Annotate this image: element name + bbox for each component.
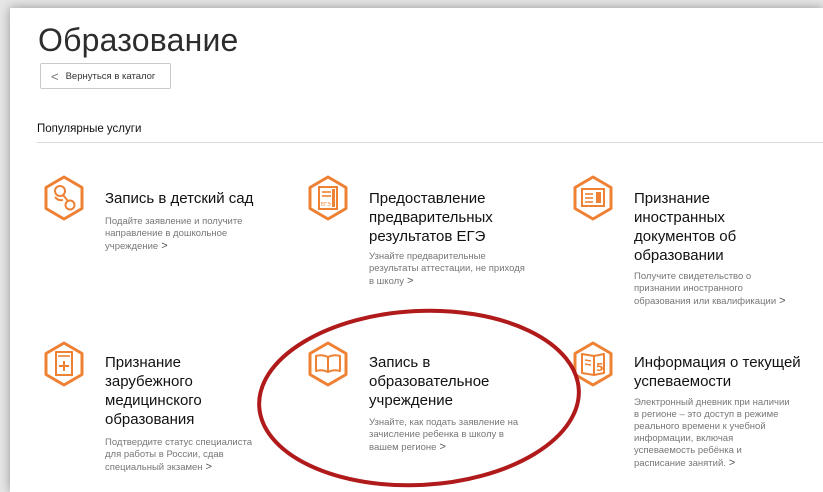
section-title: Популярные услуги <box>37 123 142 135</box>
ege-document-icon: ЕГЭ <box>305 175 351 221</box>
service-name[interactable]: Запись в детский сад <box>105 189 253 208</box>
grade-diary-icon: 5 <box>570 341 616 387</box>
chevron-right-icon[interactable]: > <box>779 295 785 307</box>
chevron-right-icon[interactable]: > <box>729 457 735 469</box>
service-card-ege-results[interactable]: ЕГЭ Предоставление предварительных резул… <box>305 175 555 295</box>
service-card-kindergarten[interactable]: Запись в детский сад Подайте заявление и… <box>41 175 271 265</box>
page-title: Образование <box>38 22 239 58</box>
open-book-icon <box>305 341 351 387</box>
svg-text:ЕГЭ: ЕГЭ <box>321 202 331 208</box>
service-name[interactable]: Запись в образовательное учреждение <box>369 353 489 410</box>
service-card-medical-education[interactable]: Признание зарубежного медицинского образ… <box>41 341 281 481</box>
service-description: Узнайте, как подать заявление на зачисле… <box>369 417 519 453</box>
service-card-school-enrollment[interactable]: Запись в образовательное учреждение Узна… <box>305 341 555 461</box>
service-description: Получите свидетельство о признании иност… <box>634 271 786 307</box>
service-description: Подайте заявление и получите направление… <box>105 216 243 252</box>
service-name[interactable]: Предоставление предварительных результат… <box>369 189 493 246</box>
section-divider <box>37 142 823 143</box>
page-container: Образование < Вернуться в каталог Популя… <box>10 8 823 492</box>
svg-text:5: 5 <box>596 361 604 374</box>
service-name[interactable]: Признание иностранных документов об обра… <box>634 189 736 265</box>
service-name[interactable]: Информация о текущей успеваемости <box>634 353 801 391</box>
baby-rattle-icon <box>41 175 87 221</box>
service-name[interactable]: Признание зарубежного медицинского образ… <box>105 353 202 429</box>
chevron-right-icon[interactable]: > <box>439 441 445 453</box>
chevron-right-icon[interactable]: > <box>206 461 212 473</box>
service-card-foreign-documents[interactable]: Признание иностранных документов об обра… <box>570 175 820 315</box>
chevron-right-icon[interactable]: > <box>407 275 413 287</box>
service-description: Узнайте предварительные результаты аттес… <box>369 251 525 287</box>
back-to-catalog-button[interactable]: < Вернуться в каталог <box>40 63 171 89</box>
foreign-document-icon <box>570 175 616 221</box>
chevron-right-icon[interactable]: > <box>161 240 167 252</box>
back-button-label: Вернуться в каталог <box>65 70 156 82</box>
medical-document-icon <box>41 341 87 387</box>
service-description: Электронный дневник при наличии в регион… <box>634 397 790 469</box>
service-card-academic-performance[interactable]: 5 Информация о текущей успеваемости Элек… <box>570 341 823 491</box>
service-description: Подтвердите статус специалиста для работ… <box>105 437 252 473</box>
chevron-left-icon: < <box>51 68 59 84</box>
